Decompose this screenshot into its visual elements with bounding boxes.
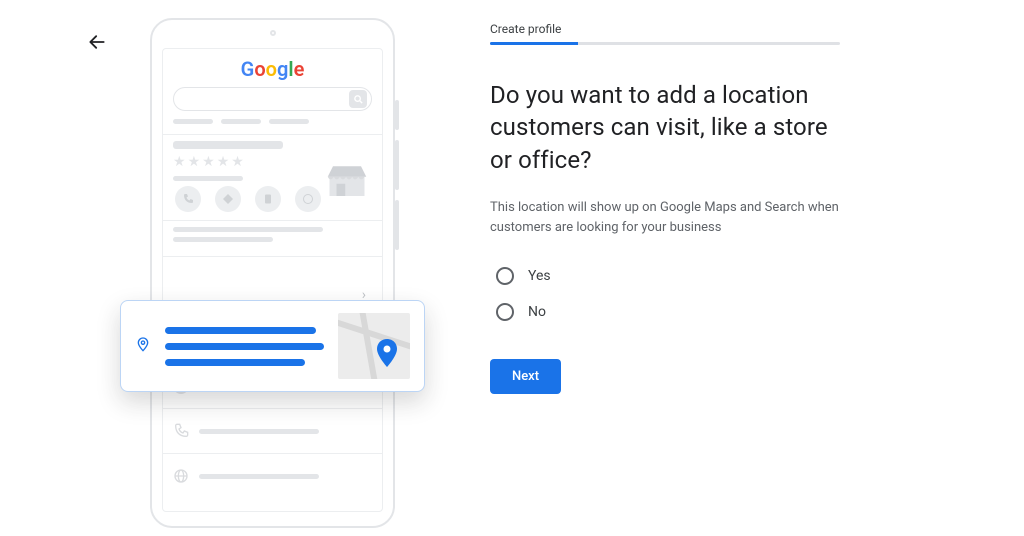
radio-icon <box>496 303 514 321</box>
placeholder-line <box>199 474 319 479</box>
phone-button <box>395 200 399 250</box>
radio-yes[interactable]: Yes <box>496 267 850 285</box>
radio-icon <box>496 267 514 285</box>
directions-icon <box>215 186 241 212</box>
placeholder-line <box>173 227 323 232</box>
phone-screen: Google ★ ★ ★ ★ <box>162 48 383 512</box>
placeholder-line <box>221 119 261 124</box>
logo-letter: e <box>294 57 305 81</box>
phone-mockup: Google ★ ★ ★ ★ <box>150 18 395 528</box>
list-item <box>173 460 372 492</box>
logo-letter: g <box>277 57 288 81</box>
star-icon: ★ <box>202 154 215 170</box>
question-heading: Do you want to add a location customers … <box>490 79 850 176</box>
star-icon: ★ <box>173 154 186 170</box>
phone-speaker <box>270 30 276 36</box>
helper-text: This location will show up on Google Map… <box>490 198 840 237</box>
placeholder-line <box>165 343 324 350</box>
search-icon <box>349 90 367 108</box>
star-icon: ★ <box>231 154 244 170</box>
radio-label: No <box>528 304 546 320</box>
location-radio-group: Yes No <box>490 267 850 321</box>
map-thumbnail <box>338 313 410 379</box>
logo-letter: o <box>254 57 265 81</box>
logo-letter: o <box>266 57 277 81</box>
logo-letter: G <box>241 57 255 81</box>
list-item <box>173 415 372 447</box>
next-button[interactable]: Next <box>490 359 561 394</box>
phone-button <box>395 140 399 190</box>
search-bar-mock <box>173 87 372 111</box>
illustration-panel: Google ★ ★ ★ ★ <box>0 0 480 536</box>
phone-icon <box>175 186 201 212</box>
globe-icon <box>173 468 189 484</box>
bookmark-icon <box>255 186 281 212</box>
radio-label: Yes <box>528 268 551 284</box>
map-pin-icon <box>374 339 400 373</box>
location-highlight-card <box>120 300 425 392</box>
phone-icon <box>173 423 189 439</box>
progress-fill <box>490 42 578 45</box>
placeholder-line <box>173 119 213 124</box>
star-icon: ★ <box>217 154 230 170</box>
step-label: Create profile <box>490 22 850 36</box>
placeholder-line <box>199 429 319 434</box>
radio-no[interactable]: No <box>496 303 850 321</box>
storefront-icon <box>326 161 368 199</box>
phone-button <box>395 100 399 130</box>
google-logo: Google <box>173 57 372 81</box>
form-panel: Create profile Do you want to add a loca… <box>480 0 910 536</box>
placeholder-line <box>173 237 273 242</box>
placeholder-line <box>269 119 309 124</box>
star-icon: ★ <box>188 154 201 170</box>
placeholder-line <box>173 176 243 181</box>
website-icon <box>295 186 321 212</box>
progress-bar <box>490 42 840 45</box>
placeholder-line <box>173 141 283 149</box>
placeholder-line <box>165 359 305 366</box>
placeholder-line <box>165 327 316 334</box>
pin-outline-icon <box>135 336 151 356</box>
